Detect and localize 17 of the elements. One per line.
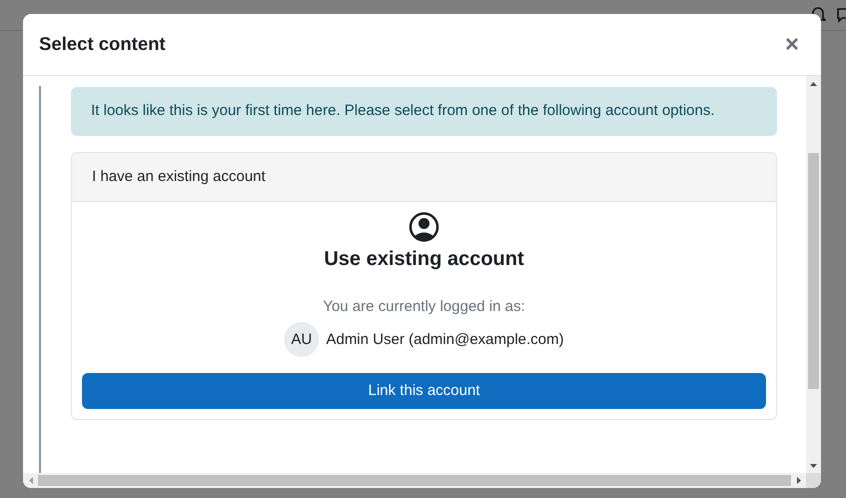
card-title: Use existing account	[324, 247, 524, 272]
user-name: Admin User (admin@example.com)	[326, 330, 564, 350]
dialog-title: Select content	[39, 33, 166, 56]
close-button[interactable]: ×	[780, 32, 803, 56]
card-header: I have an existing account	[72, 152, 776, 202]
user-icon	[409, 212, 439, 242]
scroll-right-icon	[796, 477, 800, 484]
link-account-button[interactable]: Link this account	[82, 373, 766, 410]
logged-in-label: You are currently logged in as:	[322, 297, 526, 317]
scrollbar-corner	[806, 473, 821, 488]
avatar: AU	[284, 322, 320, 358]
scroll-up-icon	[810, 82, 817, 86]
horizontal-scrollbar[interactable]	[23, 473, 821, 488]
vertical-scrollbar[interactable]	[806, 76, 821, 473]
scroll-left-icon	[28, 477, 32, 484]
info-alert: It looks like this is your first time here. Please select from one of the following account options.	[71, 87, 777, 136]
scroll-down-icon	[810, 464, 817, 468]
